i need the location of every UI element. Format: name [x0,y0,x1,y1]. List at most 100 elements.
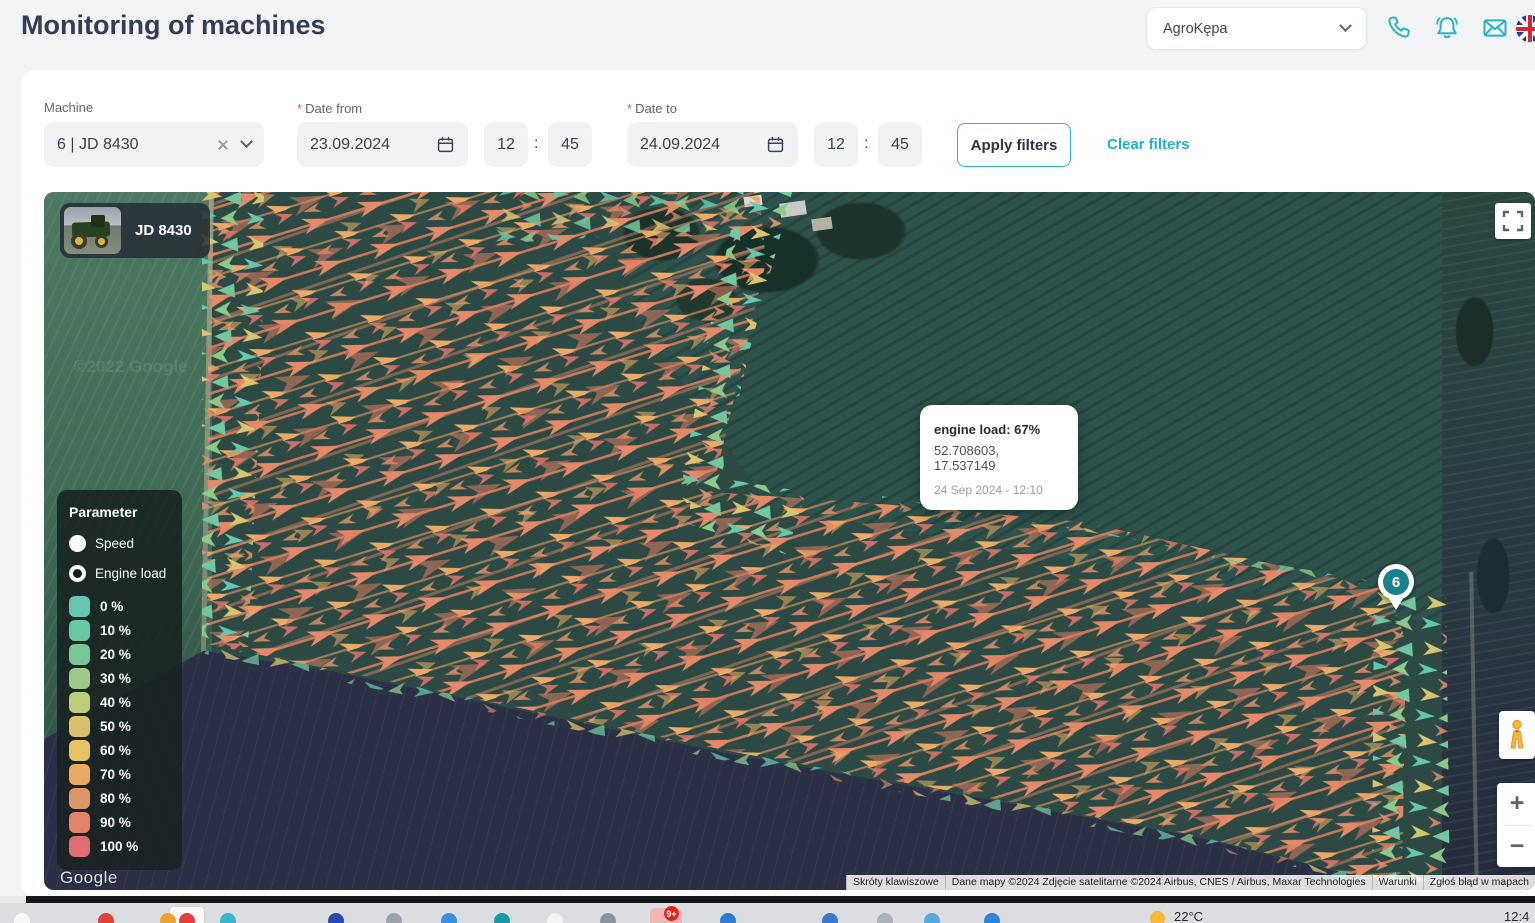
taskbar-app-icon[interactable] [328,913,344,923]
organization-select-value: AgroKępa [1163,21,1228,37]
legend-swatch-label: 70 % [100,767,131,782]
legend-swatch-label: 20 % [100,647,131,662]
legend-scale-row: 90 % [69,812,174,833]
machine-photo [64,207,121,254]
from-hour-input[interactable]: 12 [484,122,528,167]
language-flag-icon[interactable] [1516,15,1535,42]
date-to-value: 24.09.2024 [640,136,720,154]
parameter-legend: Parameter Speed Engine load [57,490,182,870]
taskbar-app-icon[interactable] [494,913,510,923]
window-bottom-edge [0,896,1535,903]
marker-number: 6 [1383,569,1409,595]
to-minute-input[interactable]: 45 [878,122,922,167]
tooltip-value: engine load: 67% [934,422,1064,437]
legend-scale: 0 % 10 % 20 % [69,596,174,857]
zoom-out-button[interactable]: − [1497,826,1535,868]
legend-swatch-label: 10 % [100,623,131,638]
to-hour-input[interactable]: 12 [814,122,858,167]
taskbar-app-icon[interactable] [160,913,176,923]
clock[interactable]: 12:4 [1504,909,1529,923]
legend-option[interactable]: Speed [69,535,174,552]
calendar-icon[interactable] [766,135,785,154]
tooltip-coordinates: 52.708603, 17.537149 [934,443,1064,473]
legend-scale-row: 0 % [69,596,174,617]
legend-swatch [69,644,90,665]
map-attribution-item[interactable]: Skróty klawiszowe [846,875,945,890]
legend-swatch-label: 60 % [100,743,131,758]
heatmap-trail [44,192,1535,890]
taskbar-app-icon[interactable] [720,913,736,923]
legend-scale-row: 30 % [69,668,174,689]
legend-scale-row: 40 % [69,692,174,713]
from-minute-input[interactable]: 45 [548,122,592,167]
phone-icon[interactable] [1386,14,1414,42]
mail-icon[interactable] [1481,14,1509,42]
weather-sun-icon [1150,911,1165,923]
map-canvas[interactable]: ©2022 Google [44,192,1535,890]
legend-swatch-label: 50 % [100,719,131,734]
legend-swatch-label: 80 % [100,791,131,806]
legend-swatch [69,716,90,737]
fullscreen-icon [1500,208,1526,234]
chevron-down-icon [240,135,253,148]
legend-swatch [69,668,90,689]
taskbar-notification-badge: 9+ [664,906,679,921]
fullscreen-button[interactable] [1495,203,1531,239]
organization-select[interactable]: AgroKępa [1146,7,1367,50]
legend-swatch [69,620,90,641]
map-attribution-item[interactable]: Dane mapy ©2024 Zdjęcie satelitarne ©202… [945,875,1372,890]
map-attribution-item[interactable]: Warunki [1372,875,1423,890]
time-separator: : [864,135,868,153]
legend-title: Parameter [69,504,174,520]
taskbar-app-icon[interactable] [179,913,195,923]
machine-badge[interactable]: JD 8430 [60,203,210,258]
taskbar-app-icon[interactable] [98,913,114,923]
time-separator: : [534,135,538,153]
legend-option-label: Speed [95,536,134,551]
weather-temperature[interactable]: 22°C [1174,909,1203,923]
map-attribution-item[interactable]: Zgłoś błąd w mapach [1423,875,1535,890]
street-view-pegman-button[interactable] [1499,711,1535,759]
legend-swatch-label: 90 % [100,815,131,830]
taskbar-app-icon[interactable] [822,913,838,923]
bell-icon[interactable] [1433,14,1461,42]
machine-marker[interactable]: 6 [1378,564,1414,612]
legend-scale-row: 100 % [69,836,174,857]
radio-icon[interactable] [69,535,86,552]
machine-badge-label: JD 8430 [121,222,206,239]
google-logo: Google [60,868,118,888]
taskbar-app-icon[interactable] [441,913,457,923]
taskbar-app-icon[interactable] [386,913,402,923]
zoom-in-button[interactable]: + [1497,783,1535,825]
legend-swatch [69,836,90,857]
taskbar-app-icon[interactable] [984,913,1000,923]
taskbar-app-icon[interactable] [220,913,236,923]
legend-swatch-label: 100 % [100,839,138,854]
clear-filters-button[interactable]: Clear filters [1107,136,1190,153]
legend-swatch [69,812,90,833]
legend-swatch [69,764,90,785]
pegman-icon [1506,719,1528,751]
monitoring-page: Monitoring of machines AgroKępa Machine … [0,0,1535,923]
taskbar-app-icon[interactable] [877,913,893,923]
legend-swatch [69,692,90,713]
date-to-label: *Date to [627,101,677,116]
taskbar-app-icon[interactable] [547,913,563,923]
taskbar-app-icon[interactable] [14,913,30,923]
date-from-input[interactable]: 23.09.2024 [297,122,468,167]
date-to-input[interactable]: 24.09.2024 [627,122,798,167]
clear-machine-icon[interactable] [216,138,230,152]
taskbar-app-icon[interactable] [924,913,940,923]
legend-option[interactable]: Engine load [69,565,174,582]
taskbar-app-icon[interactable] [600,913,616,923]
date-from-label: *Date from [297,101,362,116]
legend-swatch [69,596,90,617]
legend-scale-row: 60 % [69,740,174,761]
legend-swatch-label: 30 % [100,671,131,686]
calendar-icon[interactable] [436,135,455,154]
machine-select[interactable]: 6 | JD 8430 [44,122,264,167]
chevron-down-icon [1339,19,1352,32]
legend-scale-row: 50 % [69,716,174,737]
apply-filters-button[interactable]: Apply filters [957,123,1071,167]
radio-icon[interactable] [69,565,86,582]
